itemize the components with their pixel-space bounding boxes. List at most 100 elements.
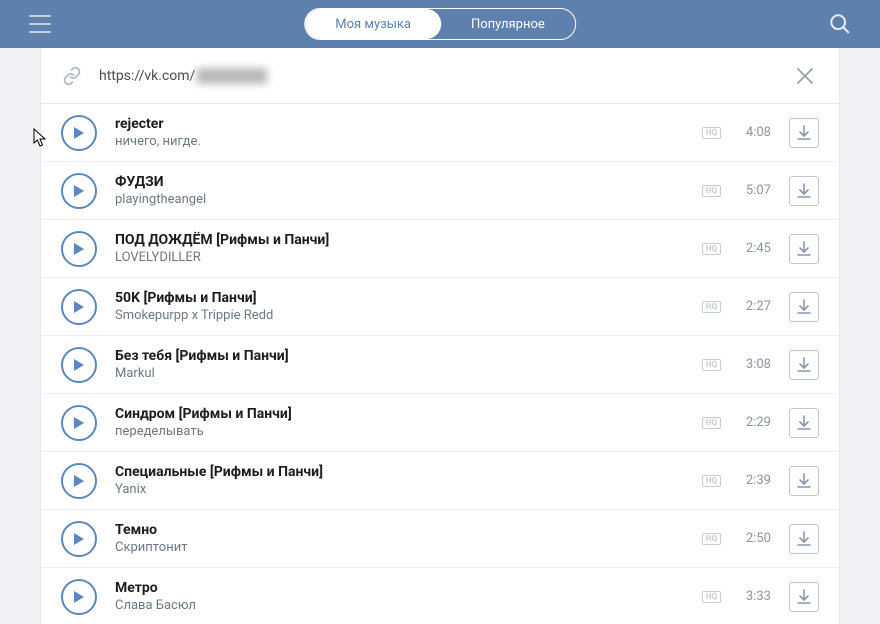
track-row: ТемноСкриптонитHQ 2:50 <box>41 510 839 568</box>
clear-button[interactable] <box>791 62 819 90</box>
play-icon <box>73 300 85 314</box>
close-icon <box>796 67 814 85</box>
play-icon <box>73 474 85 488</box>
menu-button[interactable] <box>20 4 60 44</box>
track-info: rejecterничего, нигде. <box>115 115 702 150</box>
track-duration: 2:45 <box>731 241 771 256</box>
track-artist: Yanix <box>115 481 702 498</box>
play-button[interactable] <box>61 463 97 499</box>
track-title: Метро <box>115 579 702 597</box>
track-info: Специальные [Рифмы и Панчи]Yanix <box>115 463 702 498</box>
track-duration: 3:33 <box>731 589 771 604</box>
track-info: 50K [Рифмы и Панчи]Smokepurpp x Trippie … <box>115 289 702 324</box>
track-artist: LOVELYDILLER <box>115 249 702 266</box>
track-row: Без тебя [Рифмы и Панчи]MarkulHQ 3:08 <box>41 336 839 394</box>
track-row: ФУДЗИplayingtheangelHQ 5:07 <box>41 162 839 220</box>
download-icon <box>796 531 812 547</box>
track-info: МетроСлава Басюл <box>115 579 702 614</box>
hq-badge: HQ <box>702 185 721 197</box>
play-icon <box>73 126 85 140</box>
track-duration: 2:50 <box>731 531 771 546</box>
play-icon <box>73 590 85 604</box>
track-info: Без тебя [Рифмы и Панчи]Markul <box>115 347 702 382</box>
hq-badge: HQ <box>702 301 721 313</box>
track-info: ФУДЗИplayingtheangel <box>115 173 702 208</box>
track-row: 50K [Рифмы и Панчи]Smokepurpp x Trippie … <box>41 278 839 336</box>
track-info: ПОД ДОЖДЁМ [Рифмы и Панчи]LOVELYDILLER <box>115 231 702 266</box>
download-button[interactable] <box>789 118 819 148</box>
search-button[interactable] <box>820 4 860 44</box>
track-artist: ничего, нигде. <box>115 133 702 150</box>
download-icon <box>796 415 812 431</box>
play-icon <box>73 416 85 430</box>
track-artist: Скриптонит <box>115 539 702 556</box>
download-button[interactable] <box>789 408 819 438</box>
track-duration: 4:08 <box>731 125 771 140</box>
download-button[interactable] <box>789 582 819 612</box>
track-artist: Слава Басюл <box>115 597 702 614</box>
hq-badge: HQ <box>702 591 721 603</box>
track-duration: 2:27 <box>731 299 771 314</box>
track-title: Темно <box>115 521 702 539</box>
track-title: ФУДЗИ <box>115 173 702 191</box>
hq-badge: HQ <box>702 417 721 429</box>
track-duration: 3:08 <box>731 357 771 372</box>
play-button[interactable] <box>61 115 97 151</box>
track-artist: Smokepurpp x Trippie Redd <box>115 307 702 324</box>
download-icon <box>796 299 812 315</box>
download-button[interactable] <box>789 234 819 264</box>
url-obscured <box>197 68 267 84</box>
track-row: Синдром [Рифмы и Панчи]переделыватьHQ2:2… <box>41 394 839 452</box>
download-icon <box>796 241 812 257</box>
track-artist: переделывать <box>115 423 702 440</box>
tab-popular[interactable]: Популярное <box>441 9 575 39</box>
hamburger-icon <box>29 15 51 33</box>
hq-badge: HQ <box>702 475 721 487</box>
track-title: Без тебя [Рифмы и Панчи] <box>115 347 702 365</box>
track-artist: Markul <box>115 365 702 382</box>
track-title: 50K [Рифмы и Панчи] <box>115 289 702 307</box>
download-button[interactable] <box>789 466 819 496</box>
play-button[interactable] <box>61 289 97 325</box>
download-button[interactable] <box>789 292 819 322</box>
hq-badge: HQ <box>702 127 721 139</box>
play-button[interactable] <box>61 173 97 209</box>
link-icon <box>61 65 83 87</box>
play-button[interactable] <box>61 231 97 267</box>
download-icon <box>796 125 812 141</box>
tab-my-music[interactable]: Моя музыка <box>305 9 441 39</box>
play-icon <box>73 184 85 198</box>
hq-badge: HQ <box>702 359 721 371</box>
download-icon <box>796 473 812 489</box>
download-button[interactable] <box>789 524 819 554</box>
track-artist: playingtheangel <box>115 191 702 208</box>
track-title: Специальные [Рифмы и Панчи] <box>115 463 702 481</box>
track-title: rejecter <box>115 115 702 133</box>
track-duration: 2:39 <box>731 473 771 488</box>
track-row: rejecterничего, нигде.HQ 4:08 <box>41 104 839 162</box>
track-row: Специальные [Рифмы и Панчи]YanixHQ 2:39 <box>41 452 839 510</box>
content-panel: https://vk.com/ rejecterничего, нигде.HQ… <box>40 48 840 624</box>
play-button[interactable] <box>61 347 97 383</box>
url-bar: https://vk.com/ <box>41 48 839 104</box>
play-icon <box>73 532 85 546</box>
play-button[interactable] <box>61 579 97 615</box>
app-header: Моя музыка Популярное <box>0 0 880 48</box>
play-button[interactable] <box>61 521 97 557</box>
download-icon <box>796 357 812 373</box>
track-info: Синдром [Рифмы и Панчи]переделывать <box>115 405 702 440</box>
play-icon <box>73 358 85 372</box>
hq-badge: HQ <box>702 533 721 545</box>
play-button[interactable] <box>61 405 97 441</box>
download-icon <box>796 183 812 199</box>
search-icon <box>829 13 851 35</box>
track-list: rejecterничего, нигде.HQ4:08ФУДЗИplaying… <box>41 104 839 624</box>
download-button[interactable] <box>789 350 819 380</box>
track-info: ТемноСкриптонит <box>115 521 702 556</box>
url-text[interactable]: https://vk.com/ <box>99 68 195 84</box>
track-duration: 5:07 <box>731 183 771 198</box>
track-title: Синдром [Рифмы и Панчи] <box>115 405 702 423</box>
track-row: ПОД ДОЖДЁМ [Рифмы и Панчи]LOVELYDILLERHQ… <box>41 220 839 278</box>
download-button[interactable] <box>789 176 819 206</box>
hq-badge: HQ <box>702 243 721 255</box>
